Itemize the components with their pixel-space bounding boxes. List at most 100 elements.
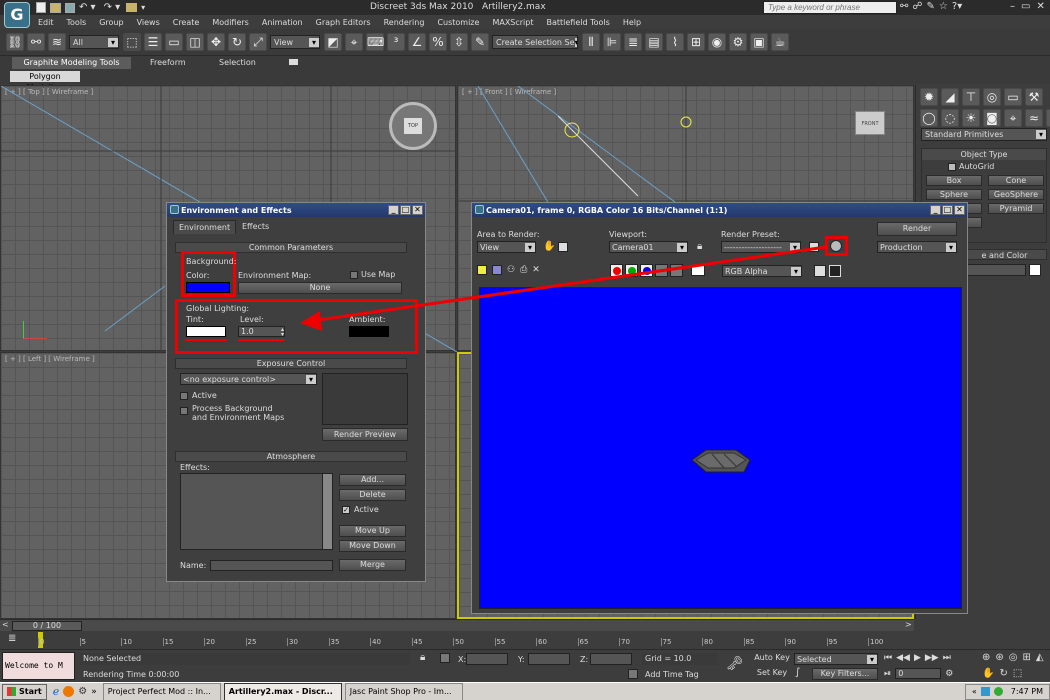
use-map-checkbox[interactable] (350, 270, 358, 279)
graphite-toggle-icon[interactable]: ▤ (645, 33, 663, 51)
percent-snap-icon[interactable]: % (429, 33, 447, 51)
object-name-field[interactable] (962, 264, 1026, 276)
time-tag-icon[interactable] (628, 669, 638, 679)
green-channel-icon[interactable] (625, 264, 638, 277)
lights-icon[interactable]: ☀ (962, 109, 980, 127)
red-channel-icon[interactable] (610, 264, 623, 277)
print-image-icon[interactable]: ⎙ (520, 265, 527, 275)
previous-frame-icon[interactable]: ◀◀ (896, 653, 910, 663)
rectangular-selection-icon[interactable]: ▭ (165, 33, 183, 51)
ribbon-tab-freeform[interactable]: Freeform (150, 57, 186, 69)
menu-help[interactable]: Help (623, 18, 641, 27)
menu-tools[interactable]: Tools (67, 18, 87, 27)
link-icon[interactable]: ⛓ (6, 33, 24, 51)
firefox-icon[interactable] (63, 686, 75, 697)
render-production-icon[interactable]: ☕ (771, 33, 789, 51)
render-preview-button[interactable]: Render Preview (322, 428, 408, 441)
zoom-extents-icon[interactable]: ◎ (1009, 652, 1018, 663)
motion-tab-icon[interactable]: ◎ (983, 88, 1001, 106)
track-bar[interactable]: ≣ 0 5 10 15 20 25 30 35 40 45 50 55 60 65 70 75 80 85 90 95… (0, 631, 914, 649)
move-down-button[interactable]: Move Down (339, 540, 406, 552)
ie-icon[interactable]: ℯ (53, 685, 60, 698)
time-config-icon[interactable]: ⚙ (945, 669, 953, 679)
menu-graph-editors[interactable]: Graph Editors (316, 18, 371, 27)
lock-viewport-icon[interactable]: 🔒︎ (697, 241, 702, 252)
autogrid-checkbox[interactable] (948, 162, 956, 171)
close-icon[interactable]: ✕ (1036, 1, 1044, 12)
select-manipulate-icon[interactable]: ⌖ (345, 33, 363, 51)
set-key-button[interactable]: Set Key (754, 668, 790, 680)
zoom-extents-all-icon[interactable]: ⊞ (1023, 652, 1031, 663)
object-type-header[interactable]: Object Type (922, 149, 1046, 160)
new-file-icon[interactable] (36, 2, 46, 13)
spinner-arrows-icon[interactable]: ▴ ▾ (281, 326, 284, 337)
create-tab-icon[interactable]: ✹ (920, 88, 938, 106)
taskbar-item-paintshop[interactable]: Jasc Paint Shop Pro - Im... (344, 682, 463, 700)
display-tab-icon[interactable]: ▭ (1004, 88, 1022, 106)
effects-scrollbar[interactable] (322, 474, 332, 549)
pan-icon[interactable]: ✋ (982, 668, 994, 679)
mirror-icon[interactable]: ⫴ (582, 33, 600, 51)
antivirus-icon[interactable] (993, 687, 1003, 696)
toggle-ui-icon[interactable] (829, 265, 841, 277)
scale-icon[interactable]: ⤢ (249, 33, 267, 51)
open-file-icon[interactable] (50, 2, 61, 13)
restore-icon[interactable]: ▭ (1021, 1, 1030, 12)
rendered-frame-window-icon[interactable]: ▣ (750, 33, 768, 51)
next-frame-icon[interactable]: ▶▶ (925, 653, 939, 663)
hierarchy-tab-icon[interactable]: ⊤ (962, 88, 980, 106)
key-mode-icon[interactable]: ⏯ (884, 669, 891, 679)
exposure-active-checkbox[interactable] (180, 391, 188, 400)
unlink-icon[interactable]: ⚯ (27, 33, 45, 51)
align-icon[interactable]: ⊫ (603, 33, 621, 51)
process-bg-checkbox[interactable] (180, 407, 188, 415)
select-by-name-icon[interactable]: ☰ (144, 33, 162, 51)
environment-effects-icon[interactable] (830, 240, 842, 252)
clone-window-icon[interactable]: ⚇ (507, 265, 515, 275)
background-color-swatch[interactable] (186, 282, 230, 293)
bind-spacewarp-icon[interactable]: ≋ (48, 33, 66, 51)
binoculars-icon[interactable]: ⚯ (900, 1, 908, 12)
alpha-channel-icon[interactable] (655, 264, 668, 277)
minimize-icon[interactable]: – (1010, 1, 1015, 12)
ref-coord-dropdown[interactable]: View ▾ (270, 35, 320, 49)
window-crossing-icon[interactable]: ◫ (186, 33, 204, 51)
selection-filter-dropdown[interactable]: All ▾ (69, 35, 119, 49)
angle-snap-icon[interactable]: ∠ (408, 33, 426, 51)
object-box-button[interactable]: Box (926, 175, 982, 186)
dropdown-icon[interactable]: ▾ (141, 3, 145, 12)
show-more-icon[interactable]: » (91, 687, 97, 697)
ribbon-minimize-icon[interactable] (289, 59, 298, 65)
effect-name-field[interactable] (210, 560, 333, 571)
taskbar-item-ppm[interactable]: Project Perfect Mod :: In... (102, 682, 221, 700)
tab-effects[interactable]: Effects (237, 220, 274, 233)
close-icon[interactable]: ✕ (954, 205, 965, 215)
time-slider-thumb[interactable]: 0 / 100 (12, 621, 82, 631)
render-window-titlebar[interactable]: Camera01, frame 0, RGBA Color 16 Bits/Ch… (472, 203, 967, 217)
modify-tab-icon[interactable]: ◢ (941, 88, 959, 106)
toggle-ui-overlay-icon[interactable] (814, 265, 826, 277)
render-preset-dropdown[interactable]: -------------------- ▾ (721, 241, 801, 253)
env-dialog-titlebar[interactable]: Environment and Effects _ □ ✕ (167, 203, 425, 217)
named-selection-set-dropdown[interactable]: Create Selection Se ▾ (492, 35, 578, 49)
add-effect-button[interactable]: Add... (339, 474, 406, 486)
clear-icon[interactable]: ✕ (532, 265, 540, 275)
tray-expand-icon[interactable]: « (972, 687, 977, 696)
move-up-button[interactable]: Move Up (339, 525, 406, 537)
zoom-all-icon[interactable]: ⊛ (995, 652, 1003, 663)
network-icon[interactable] (980, 687, 990, 696)
systems-icon[interactable]: ⚙ (1046, 109, 1050, 127)
z-coordinate-field[interactable] (590, 653, 632, 665)
spinner-snap-icon[interactable]: ⇳ (450, 33, 468, 51)
copy-image-icon[interactable] (492, 265, 502, 275)
tint-color-swatch[interactable] (186, 326, 226, 337)
render-setup-icon[interactable]: ⚙ (729, 33, 747, 51)
edit-named-selection-icon[interactable]: ✎ (471, 33, 489, 51)
auto-region-icon[interactable] (558, 242, 568, 252)
redo-icon[interactable]: ↷ ▾ (104, 2, 121, 13)
menu-views[interactable]: Views (137, 18, 160, 27)
exposure-control-header[interactable]: Exposure Control (175, 358, 407, 369)
quick-launch-icon[interactable]: ⚙ (78, 686, 87, 697)
curve-editor-mini-icon[interactable]: ≣ (8, 633, 16, 644)
mono-icon[interactable] (670, 264, 683, 277)
